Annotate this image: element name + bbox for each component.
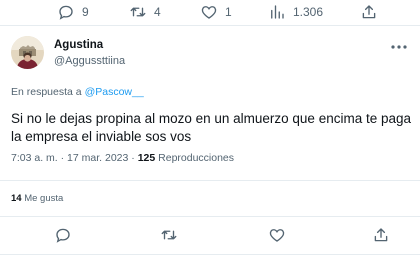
likes-count: 14: [11, 193, 22, 204]
prev-retweet-button[interactable]: 4: [129, 3, 161, 21]
share-upload-icon: [374, 228, 388, 242]
tweet-action-bar: [0, 226, 420, 248]
divider: [0, 25, 420, 26]
likes-summary-link[interactable]: 14 Me gusta: [11, 193, 63, 204]
tweet-date[interactable]: 17 mar. 2023: [67, 152, 128, 164]
views-label: Reproducciones: [158, 152, 235, 164]
analytics-bars-icon: [271, 5, 284, 19]
tweet-time[interactable]: 7:03 a. m.: [11, 152, 58, 164]
author-display-name[interactable]: Agustina: [54, 39, 103, 51]
avatar[interactable]: [11, 36, 44, 69]
like-button[interactable]: [268, 226, 286, 244]
reply-to-handle-link[interactable]: @Pascow__: [85, 86, 144, 98]
likes-label: Me gusta: [24, 193, 64, 204]
reply-prefix: En respuesta a: [11, 86, 82, 98]
reply-bubble-icon: [59, 5, 73, 20]
prev-share-button[interactable]: [360, 3, 378, 21]
prev-reply-count: 9: [82, 5, 89, 19]
prev-view-count: 1.306: [293, 5, 324, 19]
divider: [0, 254, 420, 255]
retweet-icon: [130, 7, 146, 17]
prev-reply-button[interactable]: 9: [57, 3, 89, 21]
heart-icon: [201, 6, 217, 19]
share-button[interactable]: [372, 226, 390, 244]
prev-views-button[interactable]: 1.306: [268, 3, 323, 21]
prev-like-button[interactable]: 1: [200, 3, 232, 21]
author-handle[interactable]: @Aggussttiina: [54, 55, 125, 67]
tweet-meta: 7:03 a. m. · 17 mar. 2023 · 125 Reproduc…: [11, 152, 234, 164]
tweet-text: Si no le dejas propina al mozo en un alm…: [11, 111, 412, 144]
views-count: 125: [137, 152, 156, 164]
heart-icon: [269, 229, 285, 242]
retweet-icon: [161, 230, 177, 240]
divider: [0, 216, 420, 217]
reply-context: En respuesta a @Pascow__: [11, 86, 144, 98]
more-options-button[interactable]: [390, 42, 408, 52]
meta-separator: ·: [131, 152, 135, 164]
retweet-button[interactable]: [160, 226, 178, 244]
share-upload-icon: [362, 5, 376, 19]
reply-bubble-icon: [56, 228, 70, 243]
divider: [0, 180, 420, 181]
reply-button[interactable]: [54, 226, 72, 244]
meta-separator: ·: [60, 152, 65, 164]
prev-like-count: 1: [225, 5, 232, 19]
more-dots-icon: [391, 45, 407, 49]
prev-retweet-count: 4: [154, 5, 161, 19]
previous-tweet-action-bar: 9 4 1 1.306: [0, 0, 420, 25]
